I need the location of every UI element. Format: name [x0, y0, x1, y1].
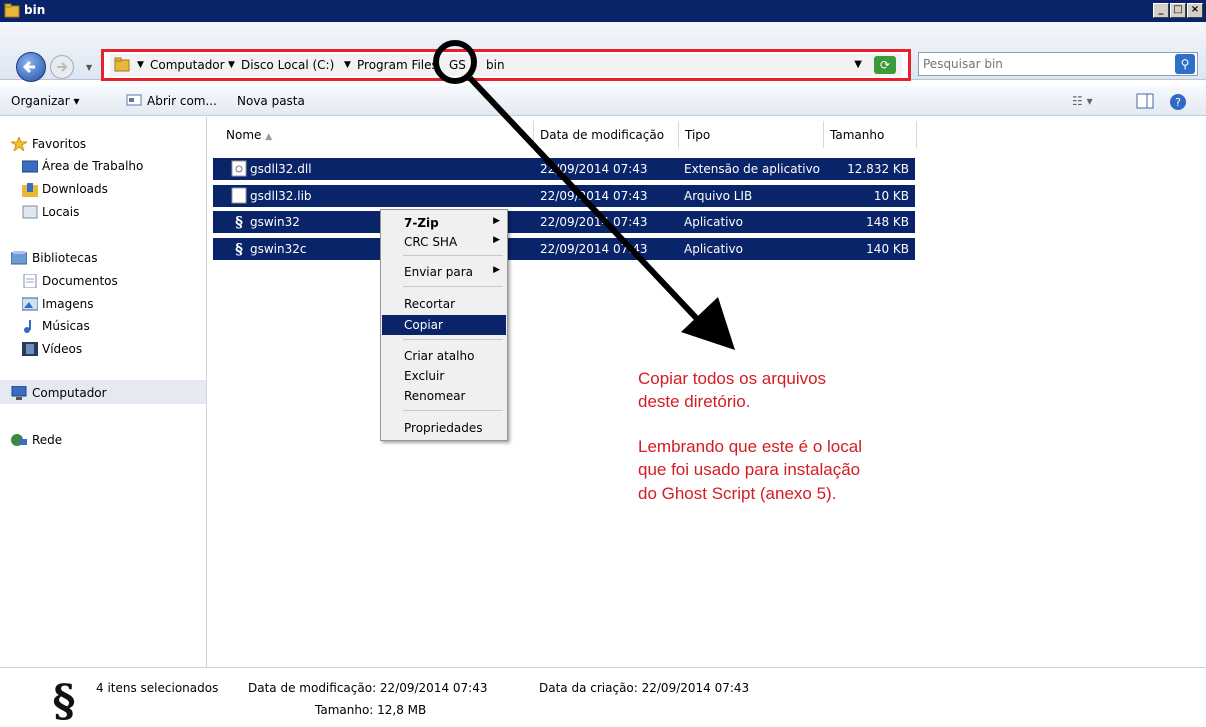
total-size: Tamanho: 12,8 MB: [315, 703, 427, 717]
details-pane: § 4 itens selecionados Data de modificaç…: [0, 667, 1206, 727]
created-date: Data da criação: 22/09/2014 07:43: [539, 681, 750, 695]
annotation-line: do Ghost Script (anexo 5).: [638, 484, 837, 503]
annotation-line: que foi usado para instalação: [638, 460, 861, 479]
annotation-line: Lembrando que este é o local: [638, 437, 862, 456]
selection-count: 4 itens selecionados: [96, 681, 219, 695]
annotation-line: Copiar todos os arquivos: [638, 369, 827, 388]
svg-text:§: §: [52, 676, 75, 722]
modified-date: Data de modificação: 22/09/2014 07:43: [248, 681, 488, 695]
annotation-line: deste diretório.: [638, 392, 751, 411]
ghostscript-large-icon: §: [52, 676, 75, 722]
annotation-arrow: [433, 40, 735, 350]
